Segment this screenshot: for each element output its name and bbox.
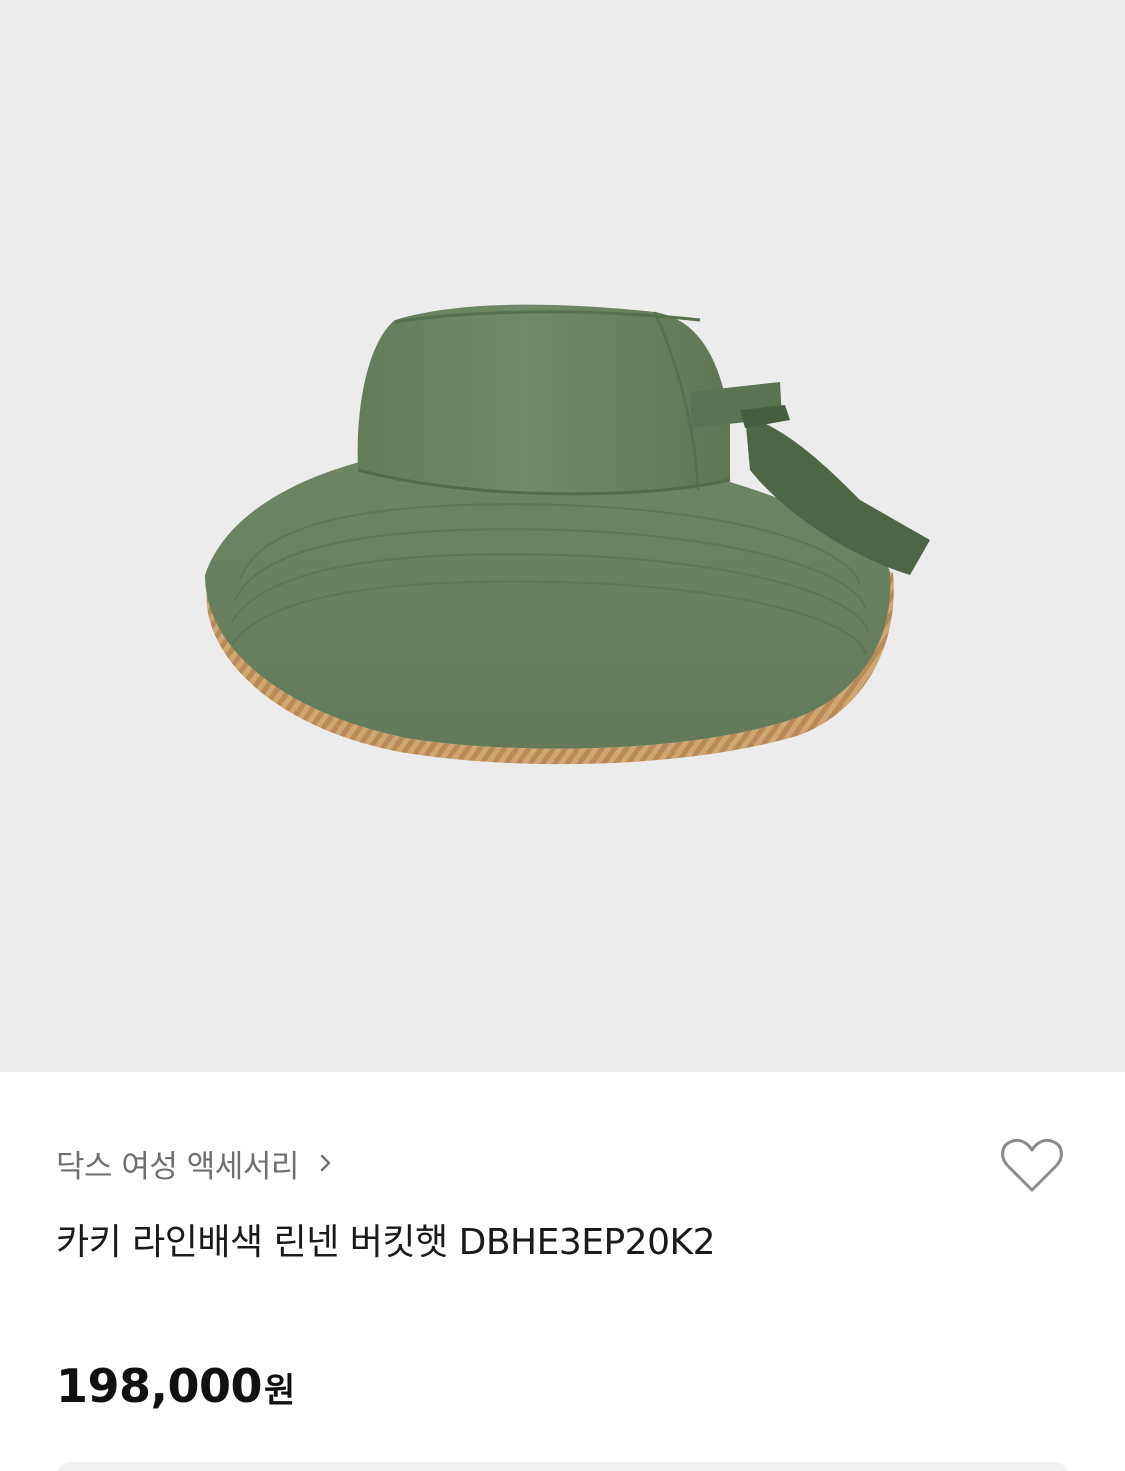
breadcrumb-label: 닥스 여성 액세서리 <box>56 1148 299 1185</box>
price-amount: 198,000 <box>56 1359 263 1413</box>
product-title: 카키 라인배색 린넨 버킷햇 DBHE3EP20K2 <box>56 1222 716 1263</box>
product-image[interactable] <box>0 0 1125 1072</box>
product-detail-page: 닥스 여성 액세서리 카키 라인배색 린넨 버킷햇 DBHE3EP20K2 19… <box>0 0 1125 1471</box>
product-price: 198,000 원 <box>56 1359 295 1413</box>
bottom-panel-edge <box>56 1462 1069 1471</box>
bucket-hat-illustration <box>205 304 930 765</box>
heart-outline-icon[interactable] <box>998 1132 1066 1200</box>
chevron-right-icon <box>320 1154 331 1172</box>
breadcrumb[interactable]: 닥스 여성 액세서리 <box>56 1140 337 1186</box>
price-currency: 원 <box>264 1371 296 1411</box>
